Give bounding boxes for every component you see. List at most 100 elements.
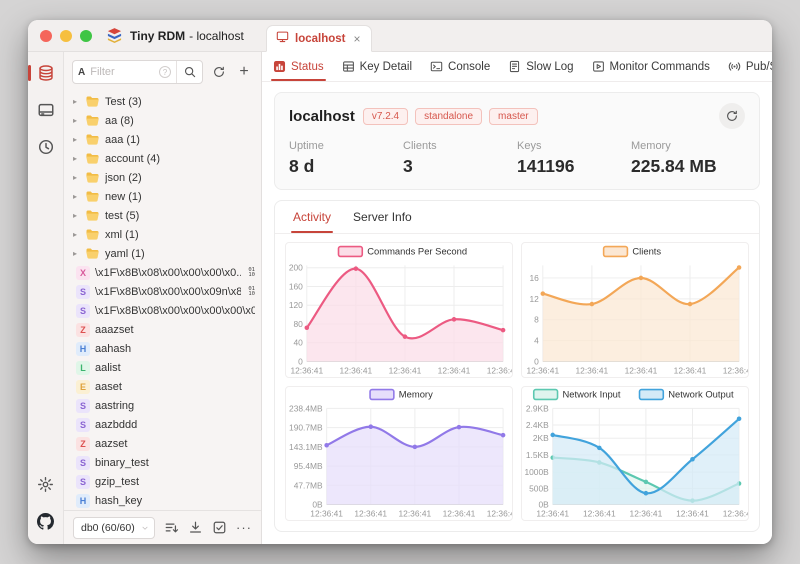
key-label: aalist [95,361,121,374]
minimize-window-button[interactable] [60,29,72,42]
key-row[interactable]: Hhash_key [64,491,261,510]
tab-pub-sub[interactable]: Pub/Sub [719,52,772,81]
server-header-row: localhost v7.2.4 standalone master [289,103,745,129]
connection-tab[interactable]: localhost × [266,25,372,52]
caret-right-icon[interactable]: ▸ [73,230,80,239]
rail-item-github[interactable] [35,510,57,532]
stat-keys: Keys 141196 [517,140,631,177]
key-label: binary_test [95,456,149,469]
tab-console[interactable]: Console [421,52,499,81]
key-row[interactable]: Eaaset [64,377,261,396]
window-title-app: Tiny RDM [130,28,186,43]
folder-label: new (1) [105,190,142,203]
history-icon [37,138,55,156]
key-type-badge: S [76,417,90,432]
rail-item-history[interactable] [35,136,57,158]
add-key-button[interactable]: + [235,63,253,81]
rail-item-settings[interactable] [35,473,57,495]
stat-memory: Memory 225.84 MB [631,140,745,177]
tree-folder[interactable]: ▸ json (2) [64,168,261,187]
tree-folder[interactable]: ▸ xml (1) [64,225,261,244]
stat-label: Memory [631,140,671,152]
activity-card: Activity Server Info 0 40 80 120 160 200 12:36:… [274,200,760,532]
svg-text:238.4MB: 238.4MB [289,404,323,414]
stat-value: 225.84 MB [631,156,717,176]
caret-right-icon[interactable]: ▸ [73,192,80,201]
tab-key-detail[interactable]: Key Detail [333,52,421,81]
key-type-badge: S [76,284,90,299]
key-row[interactable]: Sgzip_test [64,472,261,491]
key-row[interactable]: S \x1F\x8B\x08\x00\x00\x00\x00\x0... [64,301,261,320]
folder-icon [85,132,100,147]
key-row[interactable]: Zaazset [64,434,261,453]
tab-close-icon[interactable]: × [353,32,360,46]
tab-status[interactable]: Status [264,52,333,81]
import-icon[interactable] [188,520,203,535]
key-row[interactable]: Haahash [64,339,261,358]
tab-monitor-commands[interactable]: Monitor Commands [583,52,719,81]
batch-select-icon[interactable] [212,520,227,535]
caret-right-icon[interactable]: ▸ [73,154,80,163]
refresh-status-button[interactable] [719,103,745,129]
chart-network-input-network-output: 0B 500B 1000B 1.5KB 2KB 2.4KB 2.9KB 12:36:41 12:… [521,385,749,521]
db-selector[interactable]: db0 (60/60) [73,516,155,539]
key-type-badge: X [76,265,90,280]
key-label: aazbddd [95,418,138,431]
rail-item-databases[interactable] [35,99,57,121]
tab-slow-log[interactable]: Slow Log [499,52,582,81]
caret-right-icon[interactable]: ▸ [73,135,80,144]
filter-list-icon[interactable] [164,520,179,535]
svg-text:Network Input: Network Input [562,389,620,400]
tree-folder[interactable]: ▸ aaa (1) [64,130,261,149]
tree-folder[interactable]: ▸ account (4) [64,149,261,168]
key-row[interactable]: S \x1F\x8B\x08\x00\x00\x09n\x8... 01 10 [64,282,261,301]
reload-keys-icon[interactable] [210,63,228,81]
svg-text:12:36:41: 12:36:41 [526,365,559,375]
key-label: aazset [95,437,128,450]
stat-clients: Clients 3 [403,140,517,177]
key-type-badge: H [76,341,90,356]
monitor-commands-icon [592,60,605,73]
key-row[interactable]: Zaaazset [64,320,261,339]
folder-label: yaml (1) [105,247,145,260]
caret-right-icon[interactable]: ▸ [73,249,80,258]
tree-folder[interactable]: ▸ yaml (1) [64,244,261,263]
key-row[interactable]: X \x1F\x8B\x08\x00\x00\x00\x0... 01 10 [64,263,261,282]
tree-folder[interactable]: ▸ test (5) [64,206,261,225]
activity-tab-label: Server Info [353,210,412,224]
caret-right-icon[interactable]: ▸ [73,116,80,125]
match-mode-toggle[interactable]: A [78,67,85,78]
close-window-button[interactable] [40,29,52,42]
caret-right-icon[interactable]: ▸ [73,173,80,182]
folder-icon [85,227,100,242]
search-icon[interactable] [176,61,202,83]
svg-text:12:36:41: 12:36:41 [354,509,387,519]
window-controls [40,29,92,42]
chart-commands-per-second: 0 40 80 120 160 200 12:36:41 12:36:41 12:36:41 12… [285,242,513,378]
settings-icon [37,476,54,493]
zoom-window-button[interactable] [80,29,92,42]
caret-right-icon[interactable]: ▸ [73,211,80,220]
key-row[interactable]: Laalist [64,358,261,377]
rail-item-connections[interactable] [28,62,57,84]
key-row[interactable]: Saastring [64,396,261,415]
key-type-badge: S [76,303,90,318]
connection-tab-label: localhost [295,32,346,45]
filter-input[interactable]: A Filter ? [72,60,203,84]
key-label: aastring [95,399,135,412]
tree-folder[interactable]: ▸ Test (3) [64,92,261,111]
filter-input-body: A Filter ? [73,66,176,78]
key-row[interactable]: Saazbddd [64,415,261,434]
folder-label: aaa (1) [105,133,140,146]
svg-text:12:36:41: 12:36:41 [723,509,748,519]
tree-folder[interactable]: ▸ aa (8) [64,111,261,130]
tree-folder[interactable]: ▸ new (1) [64,187,261,206]
caret-right-icon[interactable]: ▸ [73,97,80,106]
tab-activity[interactable]: Activity [285,201,339,233]
more-icon[interactable]: ··· [236,521,252,534]
db-selector-value: db0 (60/60) [81,521,135,534]
tab-server-info[interactable]: Server Info [345,201,420,233]
server-name: localhost [289,107,355,125]
key-row[interactable]: Sbinary_test [64,453,261,472]
activity-tab-label: Activity [293,210,332,224]
